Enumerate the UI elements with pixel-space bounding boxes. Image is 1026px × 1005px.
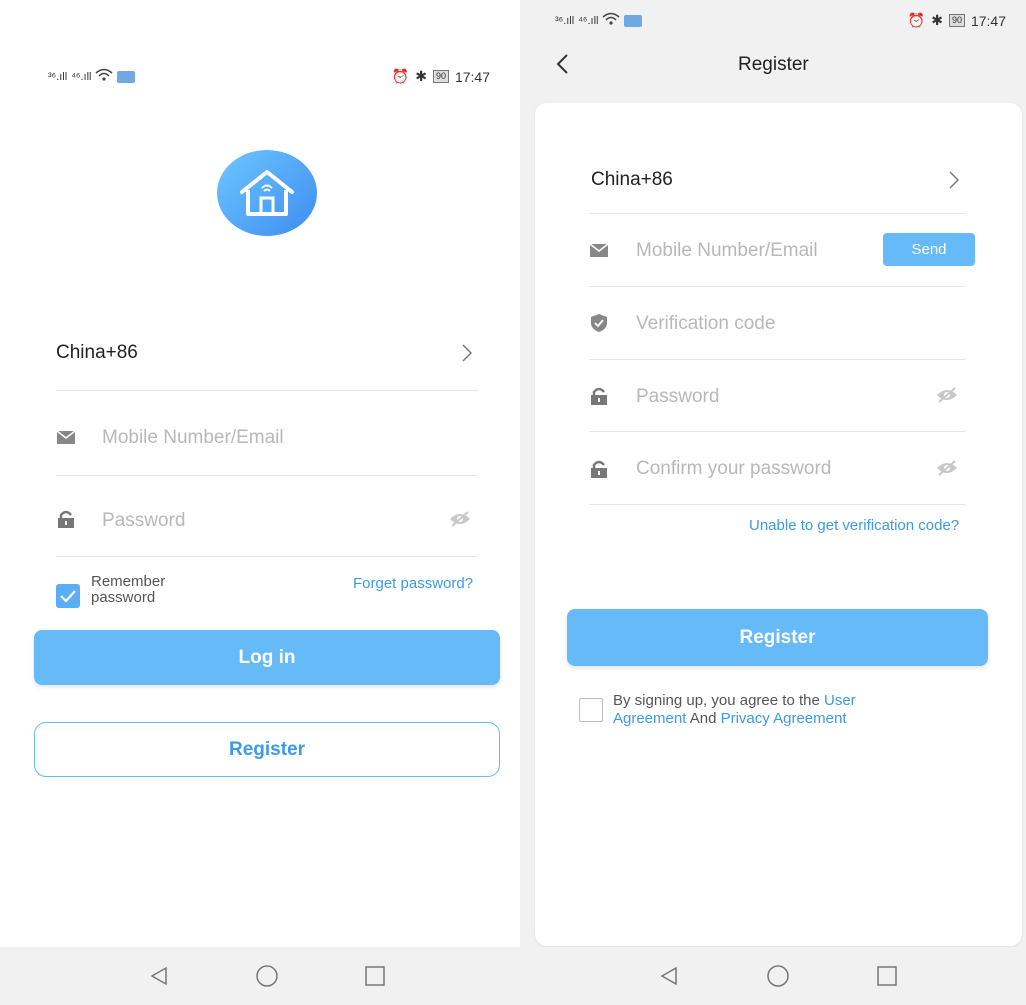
check-icon: [60, 590, 76, 603]
confirm-placeholder: Confirm your password: [636, 458, 832, 479]
wifi-icon: [95, 68, 113, 85]
nav-recents-icon[interactable]: [362, 963, 388, 989]
lock-icon: [589, 458, 609, 480]
nav-back-icon[interactable]: [146, 963, 172, 989]
signal-icon: ³⁶.ıll: [555, 14, 575, 27]
battery-indicator: 90: [432, 70, 449, 83]
bluetooth-icon: ✱: [415, 68, 427, 84]
password-field[interactable]: Password: [56, 476, 478, 557]
signal-icon-2: ⁴⁶.ıll: [578, 14, 599, 27]
nav-home-icon[interactable]: [765, 963, 791, 989]
shield-icon: [589, 313, 609, 333]
clock-time: 17:47: [454, 68, 490, 85]
login-screen: ³⁶.ıll ⁴⁶.ıll ⏰ ✱ 90 17:47 China+86 Mobi…: [0, 0, 520, 1005]
password-placeholder: Password: [102, 510, 186, 531]
signal-icon-2: ⁴⁶.ıll: [71, 70, 92, 83]
status-right: ⏰ ✱ 90 17:47: [392, 68, 490, 85]
remember-label-line1: Remember: [91, 573, 166, 590]
status-bar: ³⁶.ıll ⁴⁶.ıll ⏰ ✱ 90 17:47: [555, 12, 1006, 36]
country-selector[interactable]: China+86: [589, 143, 965, 214]
agreement-text: By signing up, you agree to the User Agr…: [613, 692, 933, 728]
register-submit-button[interactable]: Register: [567, 609, 988, 666]
wifi-icon: [602, 12, 620, 29]
remember-label: Remember password: [91, 574, 165, 606]
register-button[interactable]: Register: [34, 722, 500, 777]
account-field[interactable]: Mobile Number/Email: [56, 391, 478, 476]
login-button[interactable]: Log in: [34, 630, 500, 685]
alarm-icon: ⏰: [391, 68, 410, 84]
chevron-right-icon: [460, 342, 474, 364]
unable-verification-link[interactable]: Unable to get verification code?: [749, 517, 959, 534]
status-bar: ³⁶.ıll ⁴⁶.ıll ⏰ ✱ 90 17:47: [48, 68, 490, 92]
mail-icon: [589, 242, 609, 258]
privacy-agreement-link[interactable]: Privacy Agreement: [721, 710, 847, 727]
user-agreement-link[interactable]: User: [824, 692, 856, 709]
send-code-button[interactable]: Send: [883, 233, 975, 266]
forget-password-link[interactable]: Forget password?: [353, 575, 473, 592]
nav-back-icon[interactable]: [656, 963, 682, 989]
verification-placeholder: Verification code: [636, 313, 776, 334]
home-logo-icon: [217, 150, 317, 236]
confirm-password-field[interactable]: Confirm your password: [589, 432, 965, 505]
register-screen: ³⁶.ıll ⁴⁶.ıll ⏰ ✱ 90 17:47 Register Chin…: [520, 0, 1026, 1005]
country-value: China+86: [56, 342, 138, 363]
agreement-and: And: [689, 710, 717, 727]
signal-indicators: ³⁶.ıll ⁴⁶.ıll: [48, 68, 136, 85]
remember-checkbox[interactable]: [56, 584, 80, 608]
page-title: Register: [738, 54, 809, 75]
back-icon[interactable]: [552, 52, 572, 76]
agreement-checkbox[interactable]: [579, 698, 603, 722]
register-form-card: China+86 Mobile Number/Email Send Verifi…: [535, 103, 1022, 946]
agreement-text-part: By signing up, you agree to the: [613, 692, 820, 709]
account-field[interactable]: Mobile Number/Email Send: [589, 214, 975, 287]
battery-indicator: 90: [948, 14, 965, 27]
bluetooth-icon: ✱: [931, 12, 943, 28]
password-field[interactable]: Password: [589, 360, 965, 432]
account-placeholder: Mobile Number/Email: [102, 427, 284, 448]
user-agreement-link-cont[interactable]: Agreement: [613, 710, 686, 727]
signal-icon: ³⁶.ıll: [48, 70, 68, 83]
lock-icon: [56, 508, 76, 530]
nav-recents-icon[interactable]: [874, 963, 900, 989]
lock-icon: [589, 385, 609, 407]
country-selector[interactable]: China+86: [56, 320, 478, 391]
alarm-icon: ⏰: [907, 12, 926, 28]
verification-field[interactable]: Verification code: [589, 287, 965, 360]
system-nav-bar: [520, 947, 1026, 1005]
header: Register: [520, 48, 1026, 84]
app-notification-icon: [624, 14, 643, 27]
country-value: China+86: [591, 169, 673, 190]
app-notification-icon: [117, 70, 136, 83]
chevron-right-icon: [947, 169, 961, 191]
mail-icon: [56, 429, 76, 445]
eye-off-icon[interactable]: [448, 510, 472, 528]
account-placeholder: Mobile Number/Email: [636, 240, 818, 261]
eye-off-icon[interactable]: [935, 386, 959, 404]
signal-indicators: ³⁶.ıll ⁴⁶.ıll: [555, 12, 643, 29]
system-nav-bar: [0, 947, 520, 1005]
status-right: ⏰ ✱ 90 17:47: [908, 12, 1006, 29]
password-placeholder: Password: [636, 386, 720, 407]
clock-time: 17:47: [970, 12, 1006, 29]
eye-off-icon[interactable]: [935, 459, 959, 477]
nav-home-icon[interactable]: [254, 963, 280, 989]
remember-label-line2: password: [91, 589, 156, 606]
